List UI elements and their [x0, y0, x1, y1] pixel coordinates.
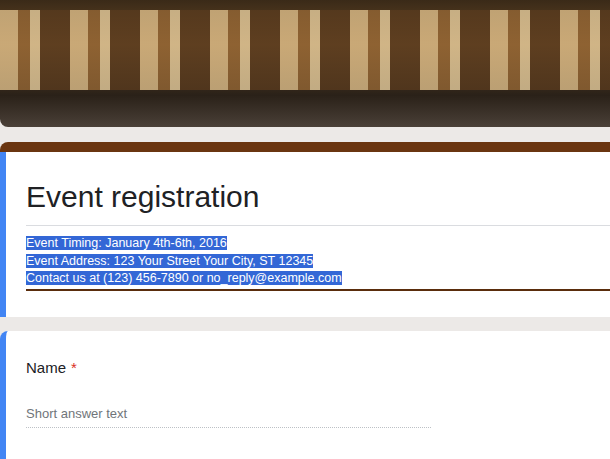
- title-card[interactable]: Event registration Event Timing: January…: [0, 142, 610, 317]
- required-mark: *: [71, 359, 77, 376]
- description-underline: [26, 289, 610, 291]
- title-divider: [26, 225, 610, 226]
- short-answer-field: Short answer text: [26, 406, 431, 428]
- building-silhouette: [0, 10, 610, 90]
- question-label: Name*: [26, 359, 610, 376]
- description-line[interactable]: Event Timing: January 4th-6th, 2016: [26, 235, 610, 253]
- form-title[interactable]: Event registration: [26, 177, 610, 217]
- form-description[interactable]: Event Timing: January 4th-6th, 2016Event…: [26, 226, 610, 288]
- description-line[interactable]: Event Address: 123 Your Street Your City…: [26, 253, 610, 271]
- form-editor: Event registration Event Timing: January…: [0, 0, 610, 459]
- header-image: [0, 0, 610, 127]
- question-card[interactable]: Name* Short answer text: [0, 331, 610, 459]
- description-line[interactable]: Contact us at (123) 456-7890 or no_reply…: [26, 270, 610, 288]
